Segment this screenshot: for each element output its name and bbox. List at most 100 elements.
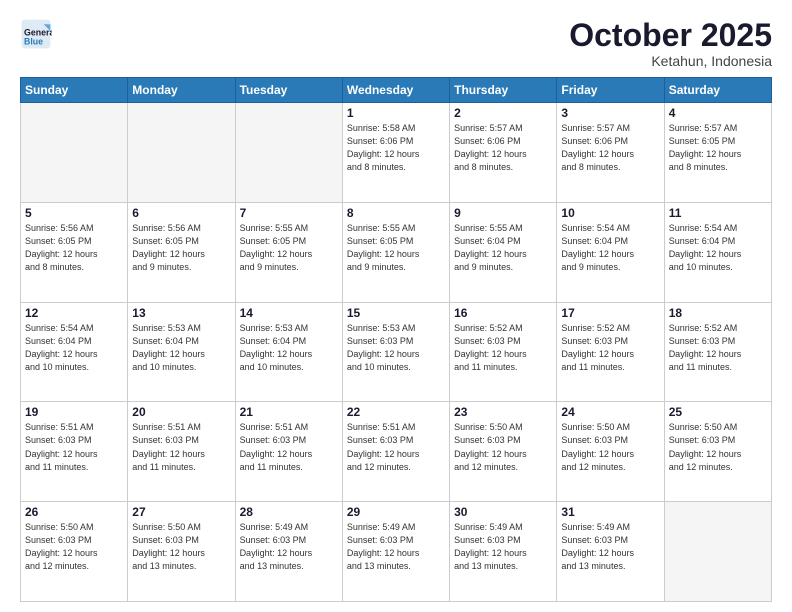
calendar-cell: 6 Sunrise: 5:56 AMSunset: 6:05 PMDaylight…: [128, 202, 235, 302]
day-number: 23: [454, 405, 552, 419]
cell-info: Sunrise: 5:54 AMSunset: 6:04 PMDaylight:…: [669, 222, 767, 274]
cell-info: Sunrise: 5:51 AMSunset: 6:03 PMDaylight:…: [240, 421, 338, 473]
calendar-cell: 26 Sunrise: 5:50 AMSunset: 6:03 PMDayligh…: [21, 502, 128, 602]
week-row-3: 12 Sunrise: 5:54 AMSunset: 6:04 PMDayligh…: [21, 302, 772, 402]
cell-info: Sunrise: 5:50 AMSunset: 6:03 PMDaylight:…: [669, 421, 767, 473]
logo-icon: General Blue: [20, 18, 52, 50]
calendar-cell: 1 Sunrise: 5:58 AMSunset: 6:06 PMDaylight…: [342, 103, 449, 203]
calendar-cell: [128, 103, 235, 203]
day-number: 16: [454, 306, 552, 320]
calendar-cell: 24 Sunrise: 5:50 AMSunset: 6:03 PMDayligh…: [557, 402, 664, 502]
cell-info: Sunrise: 5:53 AMSunset: 6:03 PMDaylight:…: [347, 322, 445, 374]
day-number: 11: [669, 206, 767, 220]
weekday-monday: Monday: [128, 78, 235, 103]
cell-info: Sunrise: 5:55 AMSunset: 6:05 PMDaylight:…: [347, 222, 445, 274]
day-number: 13: [132, 306, 230, 320]
day-number: 27: [132, 505, 230, 519]
calendar-table: SundayMondayTuesdayWednesdayThursdayFrid…: [20, 77, 772, 602]
day-number: 18: [669, 306, 767, 320]
day-number: 1: [347, 106, 445, 120]
calendar-cell: 19Sunrise: 5:51 AMSunset: 6:03 PMDayligh…: [21, 402, 128, 502]
cell-info: Sunrise: 5:50 AMSunset: 6:03 PMDaylight:…: [25, 521, 123, 573]
day-number: 8: [347, 206, 445, 220]
day-number: 26: [25, 505, 123, 519]
day-number: 3: [561, 106, 659, 120]
calendar-cell: 28Sunrise: 5:49 AMSunset: 6:03 PMDayligh…: [235, 502, 342, 602]
calendar-cell: [664, 502, 771, 602]
calendar-cell: 10 Sunrise: 5:54 AMSunset: 6:04 PMDayligh…: [557, 202, 664, 302]
cell-info: Sunrise: 5:53 AMSunset: 6:04 PMDaylight:…: [240, 322, 338, 374]
calendar-cell: 20 Sunrise: 5:51 AMSunset: 6:03 PMDayligh…: [128, 402, 235, 502]
cell-info: Sunrise: 5:51 AMSunset: 6:03 PMDaylight:…: [347, 421, 445, 473]
weekday-wednesday: Wednesday: [342, 78, 449, 103]
day-number: 25: [669, 405, 767, 419]
cell-info: Sunrise: 5:52 AMSunset: 6:03 PMDaylight:…: [669, 322, 767, 374]
cell-info: Sunrise: 5:49 AMSunset: 6:03 PMDaylight:…: [240, 521, 338, 573]
day-number: 29: [347, 505, 445, 519]
cell-info: Sunrise: 5:56 AMSunset: 6:05 PMDaylight:…: [25, 222, 123, 274]
day-number: 17: [561, 306, 659, 320]
weekday-saturday: Saturday: [664, 78, 771, 103]
cell-info: Sunrise: 5:54 AMSunset: 6:04 PMDaylight:…: [561, 222, 659, 274]
cell-info: Sunrise: 5:52 AMSunset: 6:03 PMDaylight:…: [454, 322, 552, 374]
day-number: 30: [454, 505, 552, 519]
page: General Blue October 2025 Ketahun, Indon…: [0, 0, 792, 612]
cell-info: Sunrise: 5:55 AMSunset: 6:05 PMDaylight:…: [240, 222, 338, 274]
location: Ketahun, Indonesia: [569, 53, 772, 69]
day-number: 22: [347, 405, 445, 419]
cell-info: Sunrise: 5:57 AMSunset: 6:05 PMDaylight:…: [669, 122, 767, 174]
day-number: 9: [454, 206, 552, 220]
cell-info: Sunrise: 5:51 AMSunset: 6:03 PMDaylight:…: [132, 421, 230, 473]
cell-info: Sunrise: 5:50 AMSunset: 6:03 PMDaylight:…: [132, 521, 230, 573]
week-row-2: 5 Sunrise: 5:56 AMSunset: 6:05 PMDaylight…: [21, 202, 772, 302]
calendar-cell: 25 Sunrise: 5:50 AMSunset: 6:03 PMDayligh…: [664, 402, 771, 502]
calendar-cell: 2 Sunrise: 5:57 AMSunset: 6:06 PMDaylight…: [450, 103, 557, 203]
cell-info: Sunrise: 5:50 AMSunset: 6:03 PMDaylight:…: [454, 421, 552, 473]
cell-info: Sunrise: 5:56 AMSunset: 6:05 PMDaylight:…: [132, 222, 230, 274]
day-number: 31: [561, 505, 659, 519]
day-number: 21: [240, 405, 338, 419]
day-number: 12: [25, 306, 123, 320]
day-number: 6: [132, 206, 230, 220]
logo: General Blue: [20, 18, 52, 50]
calendar-cell: 13 Sunrise: 5:53 AMSunset: 6:04 PMDayligh…: [128, 302, 235, 402]
calendar-cell: 7 Sunrise: 5:55 AMSunset: 6:05 PMDaylight…: [235, 202, 342, 302]
calendar-cell: 12 Sunrise: 5:54 AMSunset: 6:04 PMDayligh…: [21, 302, 128, 402]
cell-info: Sunrise: 5:49 AMSunset: 6:03 PMDaylight:…: [347, 521, 445, 573]
calendar-cell: 9 Sunrise: 5:55 AMSunset: 6:04 PMDaylight…: [450, 202, 557, 302]
day-number: 24: [561, 405, 659, 419]
calendar-cell: 21 Sunrise: 5:51 AMSunset: 6:03 PMDayligh…: [235, 402, 342, 502]
calendar-cell: 16 Sunrise: 5:52 AMSunset: 6:03 PMDayligh…: [450, 302, 557, 402]
day-number: 10: [561, 206, 659, 220]
weekday-header-row: SundayMondayTuesdayWednesdayThursdayFrid…: [21, 78, 772, 103]
calendar-cell: 22 Sunrise: 5:51 AMSunset: 6:03 PMDayligh…: [342, 402, 449, 502]
cell-info: Sunrise: 5:49 AMSunset: 6:03 PMDaylight:…: [561, 521, 659, 573]
day-number: 7: [240, 206, 338, 220]
calendar-cell: 15 Sunrise: 5:53 AMSunset: 6:03 PMDayligh…: [342, 302, 449, 402]
calendar-cell: [235, 103, 342, 203]
week-row-5: 26 Sunrise: 5:50 AMSunset: 6:03 PMDayligh…: [21, 502, 772, 602]
day-number: 4: [669, 106, 767, 120]
day-number: 5: [25, 206, 123, 220]
calendar-cell: 11 Sunrise: 5:54 AMSunset: 6:04 PMDayligh…: [664, 202, 771, 302]
title-block: October 2025 Ketahun, Indonesia: [569, 18, 772, 69]
week-row-4: 19Sunrise: 5:51 AMSunset: 6:03 PMDayligh…: [21, 402, 772, 502]
day-number: 20: [132, 405, 230, 419]
cell-info: Sunrise: 5:54 AMSunset: 6:04 PMDaylight:…: [25, 322, 123, 374]
weekday-thursday: Thursday: [450, 78, 557, 103]
calendar-cell: 4 Sunrise: 5:57 AMSunset: 6:05 PMDaylight…: [664, 103, 771, 203]
calendar-cell: 30Sunrise: 5:49 AMSunset: 6:03 PMDayligh…: [450, 502, 557, 602]
calendar-cell: 18 Sunrise: 5:52 AMSunset: 6:03 PMDayligh…: [664, 302, 771, 402]
cell-info: Sunrise: 5:52 AMSunset: 6:03 PMDaylight:…: [561, 322, 659, 374]
cell-info: Sunrise: 5:57 AMSunset: 6:06 PMDaylight:…: [454, 122, 552, 174]
cell-info: Sunrise: 5:58 AMSunset: 6:06 PMDaylight:…: [347, 122, 445, 174]
calendar-cell: 3Sunrise: 5:57 AMSunset: 6:06 PMDaylight…: [557, 103, 664, 203]
cell-info: Sunrise: 5:53 AMSunset: 6:04 PMDaylight:…: [132, 322, 230, 374]
cell-info: Sunrise: 5:55 AMSunset: 6:04 PMDaylight:…: [454, 222, 552, 274]
calendar-cell: 8 Sunrise: 5:55 AMSunset: 6:05 PMDaylight…: [342, 202, 449, 302]
day-number: 2: [454, 106, 552, 120]
cell-info: Sunrise: 5:50 AMSunset: 6:03 PMDaylight:…: [561, 421, 659, 473]
week-row-1: 1 Sunrise: 5:58 AMSunset: 6:06 PMDaylight…: [21, 103, 772, 203]
weekday-sunday: Sunday: [21, 78, 128, 103]
day-number: 15: [347, 306, 445, 320]
